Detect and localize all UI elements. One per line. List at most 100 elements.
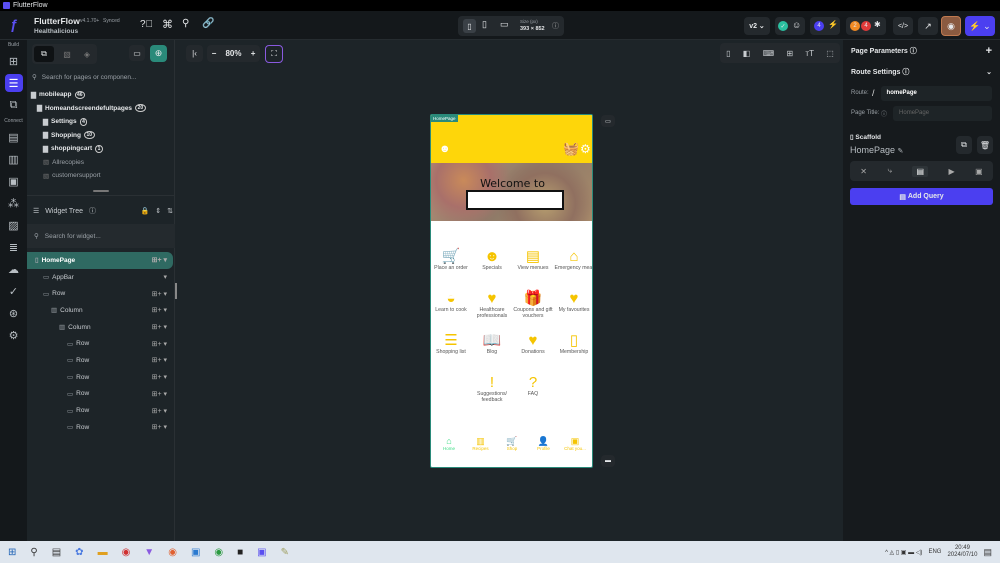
nav-item-chatyou[interactable]: ▣ Chat you...	[560, 436, 590, 451]
copilot-icon[interactable]: ✿	[75, 547, 83, 558]
expand-icon[interactable]: ⇕	[155, 207, 161, 215]
widget-tree-item[interactable]: ▭ Row ⊞+ ▾	[27, 352, 173, 369]
help-icon[interactable]: ?⃝	[140, 19, 153, 30]
menu-item[interactable]: 🛒 Place an order	[431, 248, 471, 271]
add-child-icon[interactable]: ⊞+ ▾	[152, 356, 167, 364]
branch-selector[interactable]: v2 ⌄	[744, 17, 770, 35]
run-button[interactable]: ⚡ ⌄	[965, 16, 995, 36]
page-search-input[interactable]: ⚲ Search for pages or componen...	[32, 70, 172, 84]
file-explorer-icon[interactable]: ▬	[98, 547, 108, 558]
widget-search-input[interactable]: ⚲ Search for widget...	[27, 224, 175, 248]
test-status-button[interactable]: ✓ ☺	[775, 17, 805, 35]
edit-icon[interactable]: ✎	[898, 148, 904, 155]
add-child-icon[interactable]: ⊞+ ▾	[152, 256, 167, 264]
route-settings-row[interactable]: Route Settings ⓘ ⌄	[843, 61, 1000, 83]
widget-tree-item[interactable]: ▯ HomePage ⊞+ ▾	[27, 252, 173, 269]
new-folder-icon[interactable]: ▭	[129, 45, 145, 61]
command-icon[interactable]: ⌘	[162, 18, 173, 31]
search-icon[interactable]: ⚲	[182, 18, 189, 29]
menu-item[interactable]: ▯ Membership	[554, 332, 592, 355]
library-tab-icon[interactable]: ◈	[78, 46, 96, 62]
page-title-input[interactable]: HomePage	[893, 105, 992, 121]
chrome-icon[interactable]: ◉	[122, 547, 131, 558]
info-icon[interactable]: ⓘ	[552, 21, 559, 31]
storyboard-icon[interactable]: ⧉	[5, 96, 23, 114]
copy-icon[interactable]: ⧉	[956, 136, 972, 154]
menu-item[interactable]: ♥ My favourites	[554, 290, 592, 313]
nav-item-home[interactable]: ⌂ Home	[434, 436, 464, 451]
app-logo-icon[interactable]: ƒ	[6, 16, 22, 32]
page-list-item[interactable]: ▇ Settings 4	[31, 115, 171, 129]
teams-icon[interactable]: ▣	[191, 547, 200, 558]
tablet-icon[interactable]: ▯	[482, 19, 487, 30]
page-list-item[interactable]: ▇ Shopping 10	[31, 129, 171, 143]
link-icon[interactable]: 🔗	[202, 18, 214, 29]
add-parameter-icon[interactable]: +	[986, 45, 992, 57]
basket-icon[interactable]: 🧺	[563, 141, 579, 157]
widget-tree-item[interactable]: ▥ Column ⊞+ ▾	[27, 319, 173, 336]
figma-icon[interactable]: ■	[237, 547, 243, 558]
pages-tab-icon[interactable]: ⧉	[34, 46, 54, 62]
search-icon[interactable]: ⚲	[30, 547, 37, 558]
code-icon[interactable]: </>	[893, 17, 913, 35]
task-view-icon[interactable]: ▤	[52, 547, 61, 558]
widget-tree-item[interactable]: ▭ Row ⊞+ ▾	[27, 335, 173, 352]
nav-item-shop[interactable]: 🛒 Shop	[497, 436, 527, 451]
widget-name[interactable]: HomePage ✎	[850, 145, 903, 155]
page-list-item[interactable]: ▇ Homeandscreendefultpages 20	[31, 102, 171, 116]
start-icon[interactable]: ⊞	[8, 547, 16, 558]
route-input[interactable]: homePage	[880, 85, 992, 101]
backend-query-tab-icon[interactable]: ▤	[912, 165, 928, 177]
zoom-in-button[interactable]: +	[251, 49, 256, 58]
issues-button[interactable]: 2 4 ✱	[846, 17, 886, 35]
keyboard-icon[interactable]: ⌨	[763, 49, 775, 58]
properties-tab-icon[interactable]: ✕	[860, 167, 867, 176]
proton-vpn-icon[interactable]: ▼	[144, 547, 154, 558]
widget-tree-item[interactable]: ▭ Row ⊞+ ▾	[27, 386, 173, 403]
localization-icon[interactable]: ⊛	[5, 304, 23, 322]
support-icon[interactable]: ☻	[439, 143, 451, 155]
menu-item[interactable]: ▤ View menues	[513, 248, 553, 271]
components-tab-icon[interactable]: ▧	[58, 46, 76, 62]
page-list-item[interactable]: ▧ customersupport	[31, 169, 171, 183]
add-query-button[interactable]: ▤ Add Query	[850, 188, 993, 205]
chrome-profile-icon[interactable]: ◉	[214, 547, 223, 558]
preview-eye-icon[interactable]: ◉	[941, 16, 961, 36]
add-child-icon[interactable]: ⊞+ ▾	[152, 423, 167, 431]
phone-icon[interactable]: ▯	[463, 19, 476, 33]
scrollbar[interactable]	[175, 283, 177, 299]
tests-button[interactable]: 4 ⚡	[810, 17, 840, 35]
tests-icon[interactable]: ✓	[5, 282, 23, 300]
page-list-item[interactable]: ▇ shoppingcart 1	[31, 142, 171, 156]
menu-item[interactable]: ⌂ Emergency meal	[554, 248, 592, 271]
duckduckgo-icon[interactable]: ◉	[168, 547, 177, 558]
clock[interactable]: 20:49 2024/07/10	[947, 545, 977, 559]
add-child-icon[interactable]: ⊞+ ▾	[152, 323, 167, 331]
navbar-toggle-icon[interactable]: ▬	[601, 455, 615, 467]
flutterflow-taskbar-icon[interactable]: ▣	[257, 547, 266, 558]
menu-item[interactable]: ? FAQ	[513, 374, 553, 397]
dark-mode-icon[interactable]: ◧	[743, 49, 751, 58]
sort-icon[interactable]: ⇅	[167, 207, 173, 215]
widget-tree-item[interactable]: ▭ Row ⊞+ ▾	[27, 419, 173, 436]
menu-item[interactable]: ! Suggestions/ feedback	[472, 374, 512, 403]
custom-code-icon[interactable]: ≣	[5, 238, 23, 256]
collapse-panel-icon[interactable]: |‹	[186, 45, 203, 62]
zoom-out-button[interactable]: −	[212, 49, 217, 58]
tray-icons[interactable]: ^ ◬ ▯ ▣ ▬ ◁)	[885, 549, 922, 556]
animations-tab-icon[interactable]: ▶	[949, 167, 955, 176]
info-icon[interactable]: ⓘ	[89, 206, 96, 216]
widget-tree-item[interactable]: ▥ Column ⊞+ ▾	[27, 302, 173, 319]
add-page-button[interactable]: ⊕	[150, 45, 167, 62]
notifications-icon[interactable]: ▤	[983, 547, 992, 558]
paint-icon[interactable]: ✎	[281, 547, 289, 558]
widget-tree-item[interactable]: ▭ Row ⊞+ ▾	[27, 369, 173, 386]
data-schema-icon[interactable]: ▤	[5, 128, 23, 146]
widget-tree-item[interactable]: ▭ Row ⊞+ ▾	[27, 285, 173, 302]
desktop-icon[interactable]: ▭	[500, 19, 509, 30]
fit-screen-icon[interactable]: ⛶	[265, 45, 283, 63]
nav-item-profile[interactable]: 👤 Profile	[529, 436, 559, 451]
delete-icon[interactable]: 🗑	[977, 136, 993, 154]
device-frame-icon[interactable]: ▯	[726, 49, 730, 58]
actions-tab-icon[interactable]: ⤷	[887, 166, 891, 176]
